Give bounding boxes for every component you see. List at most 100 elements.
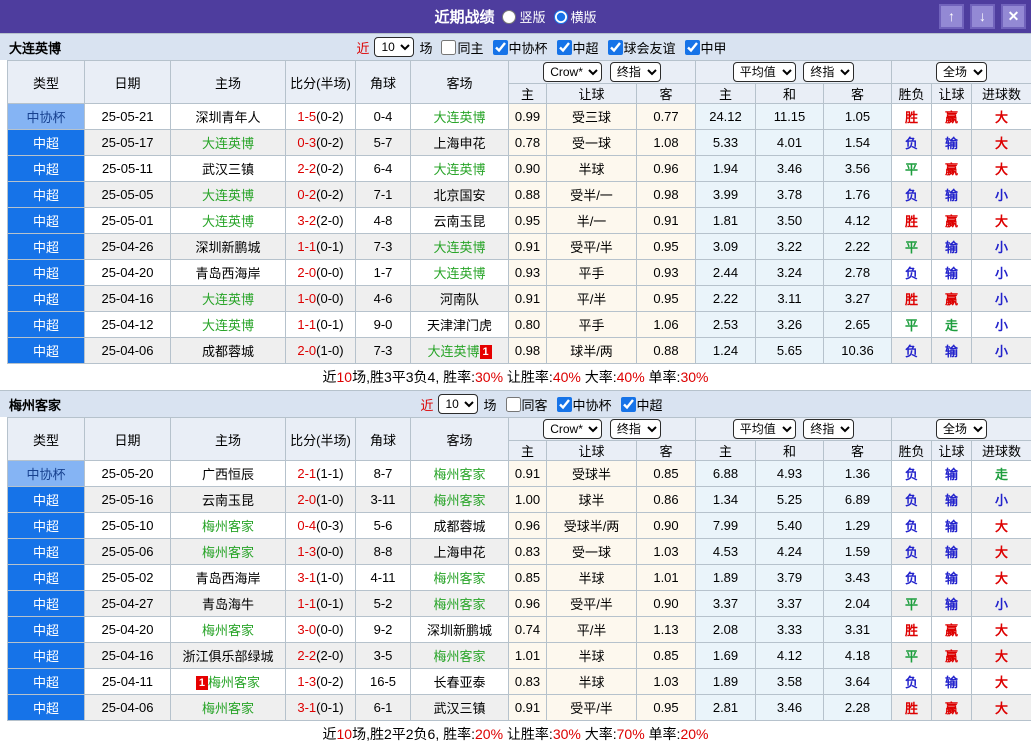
- avg-draw-cell: 3.22: [756, 234, 824, 260]
- same-venue-checkbox[interactable]: [441, 40, 456, 55]
- col-header-home: 主场: [171, 61, 286, 104]
- red-card-badge: 1: [196, 676, 208, 690]
- odds-source-select[interactable]: Crow*: [543, 419, 602, 439]
- handicap-result-cell: 输: [932, 461, 972, 487]
- handicap-result-cell: 输: [932, 260, 972, 286]
- odds-source-select[interactable]: Crow*: [543, 62, 602, 82]
- handicap-home-odds-cell: 0.88: [509, 182, 547, 208]
- layout-vertical-option[interactable]: 竖版: [502, 7, 545, 26]
- handicap-away-odds-cell: 0.98: [637, 182, 696, 208]
- away-team-cell: 梅州客家: [411, 487, 509, 513]
- avg-home-cell: 4.53: [696, 539, 756, 565]
- handicap-home-odds-cell: 0.90: [509, 156, 547, 182]
- horizontal-radio-label: 横版: [571, 7, 597, 26]
- avg-home-cell: 2.22: [696, 286, 756, 312]
- sub-header-handicap-result: 让球: [932, 441, 972, 461]
- same-venue-option[interactable]: 同主: [435, 38, 483, 57]
- result-cell: 平: [892, 234, 932, 260]
- league-type-cell: 中超: [8, 669, 85, 695]
- avg-away-cell: 4.18: [824, 643, 892, 669]
- avg-away-cell: 3.64: [824, 669, 892, 695]
- avg-draw-cell: 3.37: [756, 591, 824, 617]
- corner-cell: 6-1: [356, 695, 411, 721]
- away-team-cell: 梅州客家: [411, 643, 509, 669]
- same-venue-checkbox[interactable]: [506, 397, 521, 412]
- goals-result-cell: 小: [972, 286, 1031, 312]
- matches-table-2: 类型 日期 主场 比分(半场) 角球 客场 Crow* 终指 平均值 终指 全场: [7, 417, 1031, 721]
- league-filter-option[interactable]: 球会友谊: [602, 38, 676, 57]
- handicap-away-odds-cell: 0.96: [637, 156, 696, 182]
- corner-cell: 1-7: [356, 260, 411, 286]
- away-team-name: 梅州客家: [433, 649, 485, 664]
- home-team-cell: 梅州客家: [171, 617, 286, 643]
- score-cell: 2-0(1-0): [286, 338, 356, 364]
- result-cell: 胜: [892, 208, 932, 234]
- away-team-name: 云南玉昆: [433, 214, 485, 229]
- recent-count-select[interactable]: 10: [374, 37, 414, 57]
- league-checkbox[interactable]: [493, 40, 508, 55]
- avg-source-select[interactable]: 平均值: [733, 419, 796, 439]
- away-team-name: 大连英博: [433, 110, 485, 125]
- odds-kind-select[interactable]: 终指: [610, 62, 661, 82]
- league-checkbox[interactable]: [557, 397, 572, 412]
- scope-select[interactable]: 全场: [936, 62, 987, 82]
- league-type-cell: 中超: [8, 234, 85, 260]
- same-venue-option[interactable]: 同客: [500, 395, 548, 414]
- league-checkbox[interactable]: [557, 40, 572, 55]
- league-checkbox[interactable]: [621, 397, 636, 412]
- goals-result-cell: 小: [972, 182, 1031, 208]
- goals-result-cell: 大: [972, 130, 1031, 156]
- league-filter-option[interactable]: 中协杯: [551, 395, 612, 414]
- handicap-away-odds-cell: 0.88: [637, 338, 696, 364]
- goals-result-cell: 大: [972, 695, 1031, 721]
- close-button[interactable]: ✕: [1001, 4, 1026, 29]
- avg-source-select[interactable]: 平均值: [733, 62, 796, 82]
- goals-result-cell: 小: [972, 591, 1031, 617]
- away-team-name: 北京国安: [433, 188, 485, 203]
- goals-result-cell: 小: [972, 338, 1031, 364]
- avg-draw-cell: 3.50: [756, 208, 824, 234]
- home-team-cell: 云南玉昆: [171, 487, 286, 513]
- league-filter-option[interactable]: 中超: [551, 38, 599, 57]
- league-checkbox[interactable]: [685, 40, 700, 55]
- handicap-result-cell: 输: [932, 565, 972, 591]
- home-team-name: 梅州客家: [202, 701, 254, 716]
- home-team-cell: 梅州客家: [171, 539, 286, 565]
- date-cell: 25-05-16: [85, 487, 171, 513]
- avg-away-cell: 3.31: [824, 617, 892, 643]
- date-cell: 25-04-20: [85, 260, 171, 286]
- vertical-radio[interactable]: [502, 10, 516, 24]
- corner-cell: 5-7: [356, 130, 411, 156]
- odds-kind-select[interactable]: 终指: [610, 419, 661, 439]
- horizontal-radio[interactable]: [554, 10, 568, 24]
- date-cell: 25-04-11: [85, 669, 171, 695]
- league-filter-option[interactable]: 中甲: [679, 38, 727, 57]
- col-header-home: 主场: [171, 418, 286, 461]
- league-filter-option[interactable]: 中超: [615, 395, 663, 414]
- handicap-home-odds-cell: 0.80: [509, 312, 547, 338]
- scroll-up-button[interactable]: ↑: [939, 4, 964, 29]
- corner-cell: 7-1: [356, 182, 411, 208]
- handicap-result-cell: 输: [932, 487, 972, 513]
- recent-count-select[interactable]: 10: [438, 394, 478, 414]
- scroll-down-button[interactable]: ↓: [970, 4, 995, 29]
- handicap-home-odds-cell: 1.01: [509, 643, 547, 669]
- handicap-line-cell: 平/半: [547, 286, 637, 312]
- handicap-away-odds-cell: 1.13: [637, 617, 696, 643]
- handicap-result-cell: 输: [932, 669, 972, 695]
- layout-horizontal-option[interactable]: 横版: [554, 7, 597, 26]
- date-cell: 25-05-06: [85, 539, 171, 565]
- away-team-cell: 深圳新鹏城: [411, 617, 509, 643]
- col-header-corner: 角球: [356, 418, 411, 461]
- league-filter-option[interactable]: 中协杯: [487, 38, 548, 57]
- sub-header-goals-result: 进球数: [972, 84, 1031, 104]
- avg-kind-select[interactable]: 终指: [803, 62, 854, 82]
- away-team-name: 大连英博: [433, 240, 485, 255]
- avg-away-cell: 4.12: [824, 208, 892, 234]
- league-type-cell: 中超: [8, 487, 85, 513]
- scope-select[interactable]: 全场: [936, 419, 987, 439]
- league-checkbox[interactable]: [608, 40, 623, 55]
- handicap-away-odds-cell: 0.95: [637, 286, 696, 312]
- avg-kind-select[interactable]: 终指: [803, 419, 854, 439]
- col-header-away: 客场: [411, 418, 509, 461]
